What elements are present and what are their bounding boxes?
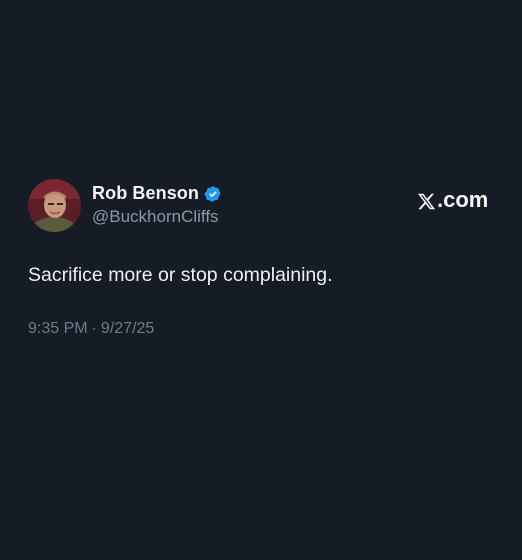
tweet-time: 9:35 PM: [28, 320, 88, 337]
verified-badge-icon: [204, 185, 222, 203]
x-logo-icon: [417, 191, 436, 210]
tweet-timestamp[interactable]: 9:35 PM · 9/27/25: [28, 320, 154, 338]
avatar-photo-icon: [28, 179, 81, 232]
author-name-text[interactable]: Rob Benson: [92, 183, 199, 204]
author-handle[interactable]: @BuckhornCliffs: [92, 207, 219, 227]
meta-separator: ·: [91, 320, 97, 337]
tweet-date: 9/27/25: [100, 320, 155, 337]
brand-label: .com: [437, 187, 489, 212]
tweet-card: Rob Benson @BuckhornCliffs .com Sacrific…: [0, 0, 522, 560]
avatar[interactable]: [28, 179, 81, 232]
brand-logo[interactable]: .com: [417, 187, 488, 213]
tweet-text: Sacrifice more or stop complaining.: [28, 264, 333, 286]
author-name[interactable]: Rob Benson: [92, 183, 222, 204]
